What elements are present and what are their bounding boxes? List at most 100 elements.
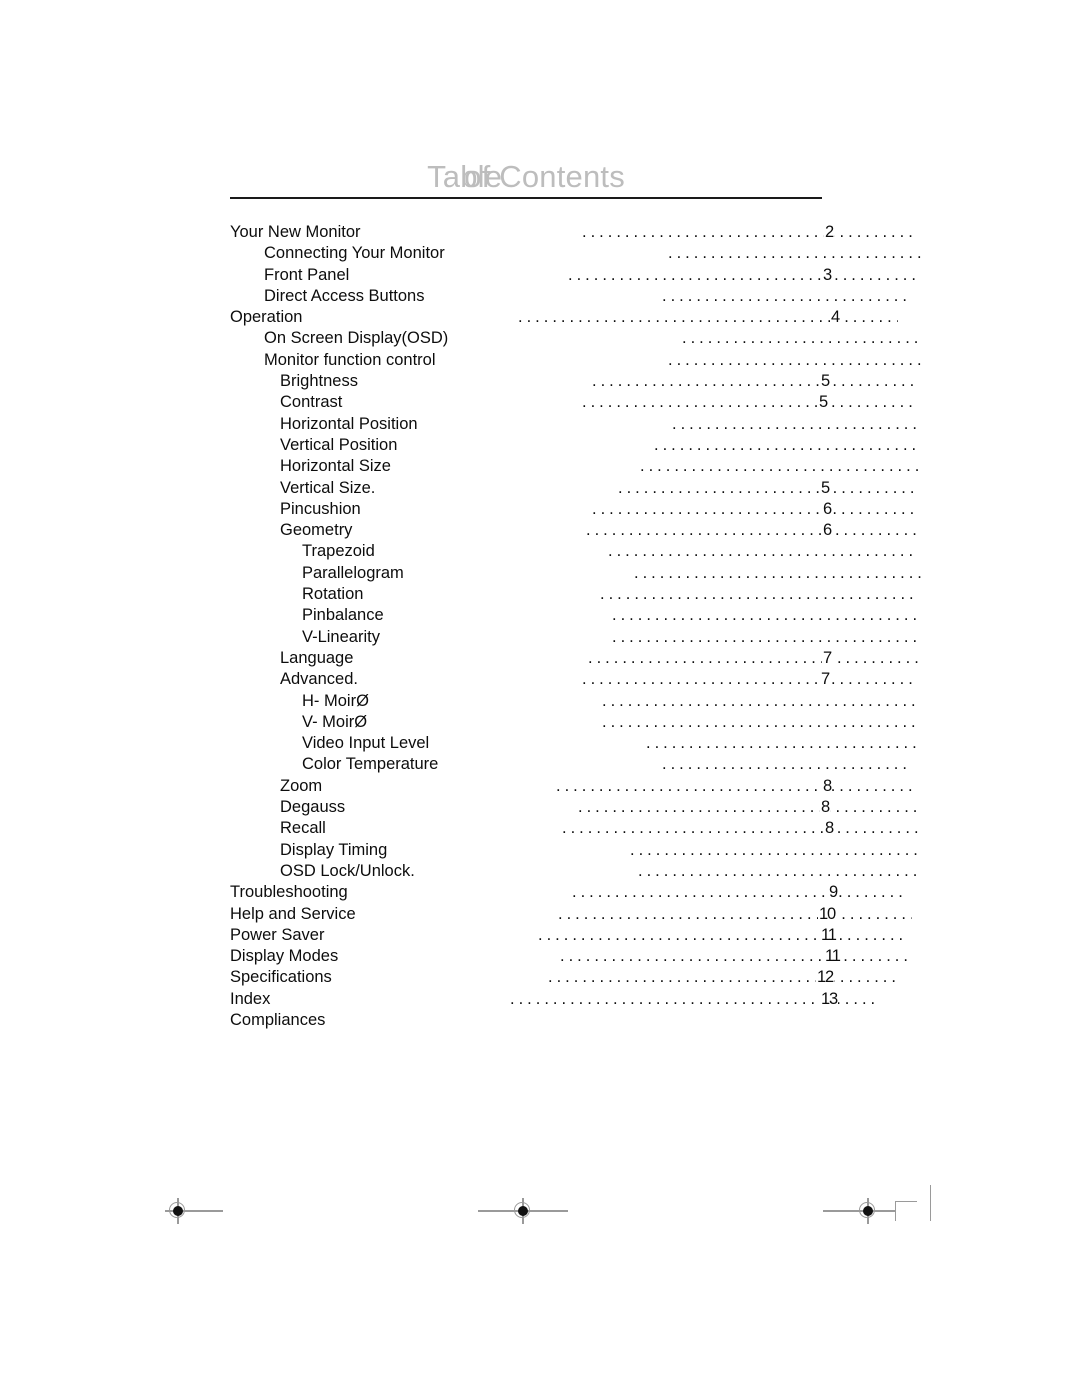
toc-page-number: 6 <box>822 498 832 521</box>
toc-page-number: 13 <box>820 988 838 1010</box>
toc-entry-label: Direct Access Buttons <box>264 286 425 305</box>
registration-mark-right <box>855 1198 881 1224</box>
toc-dot-leader: ........................................… <box>612 606 918 625</box>
toc-page-number: 7 <box>820 669 830 691</box>
toc-entry[interactable]: Contrast................................… <box>230 392 930 414</box>
toc-entry[interactable]: Your New Monitor........................… <box>230 222 930 244</box>
toc-dot-leader: ........................................… <box>568 265 918 284</box>
toc-page-number: 5 <box>820 371 830 393</box>
toc-entry[interactable]: Display Modes...........................… <box>230 946 930 968</box>
toc-entry-label: Front Panel <box>264 265 350 284</box>
toc-entry[interactable]: Front Panel.............................… <box>230 264 930 286</box>
toc-entry[interactable]: Pinbalance..............................… <box>230 605 930 626</box>
toc-page-number: 12 <box>816 967 834 989</box>
toc-page-number: 10 <box>818 903 836 925</box>
toc-dot-leader: ........................................… <box>582 670 918 689</box>
toc-entry-label: Rotation <box>302 585 364 604</box>
toc-entry[interactable]: Rotation................................… <box>230 584 930 605</box>
toc-page-number: 11 <box>824 946 841 968</box>
toc-dot-leader: ........................................… <box>558 904 912 923</box>
toc-entry[interactable]: Parallelogram...........................… <box>230 563 930 584</box>
toc-entry-label: Display Modes <box>230 947 339 966</box>
toc-entry[interactable]: Display Timing..........................… <box>230 840 930 861</box>
toc-dot-leader: ........................................… <box>588 648 918 667</box>
toc-entry-label: Operation <box>230 308 303 327</box>
toc-entry[interactable]: Language................................… <box>230 647 930 670</box>
toc-entry[interactable]: Troubleshooting.........................… <box>230 882 930 904</box>
toc-entry[interactable]: Power Saver.............................… <box>230 924 930 947</box>
toc-entry[interactable]: Direct Access Buttons...................… <box>230 286 930 307</box>
toc-entry[interactable]: Monitor function control................… <box>230 350 930 371</box>
toc-dot-leader: ........................................… <box>592 499 918 518</box>
toc-entry-label: V-Linearity <box>302 627 380 646</box>
table-of-contents: Your New Monitor........................… <box>230 222 930 1031</box>
toc-dot-leader: ....................................... <box>638 861 918 880</box>
registration-tick-left <box>191 1210 223 1212</box>
toc-entry-label: Pinbalance <box>302 606 384 625</box>
toc-entry[interactable]: On Screen Display(OSD)..................… <box>230 328 930 349</box>
toc-entry-label: Parallelogram <box>302 563 404 582</box>
toc-entry-label: Geometry <box>280 521 353 540</box>
toc-entry[interactable]: Degauss.................................… <box>230 797 930 819</box>
toc-entry-label: Zoom <box>280 776 323 795</box>
toc-page-number: 11 <box>820 924 837 947</box>
toc-entry[interactable]: V-Linearity.............................… <box>230 627 930 648</box>
page-title-word-b: of Contents <box>464 159 625 194</box>
toc-entry[interactable]: Help and Service........................… <box>230 903 930 925</box>
toc-page-number: 6 <box>822 520 832 542</box>
registration-dot <box>863 1206 873 1216</box>
toc-entry[interactable]: V- MoirØ................................… <box>230 712 930 733</box>
toc-entry[interactable]: OSD Lock/Unlock.........................… <box>230 861 930 882</box>
toc-entry-label: Advanced. <box>280 670 358 689</box>
toc-entry-label: Power Saver <box>230 925 325 944</box>
toc-dot-leader: ........................................… <box>618 478 918 497</box>
toc-entry[interactable]: Geometry................................… <box>230 520 930 542</box>
toc-entry[interactable]: Advanced................................… <box>230 669 930 691</box>
registration-tick-right <box>823 1210 855 1212</box>
toc-entry[interactable]: Specifications..........................… <box>230 967 930 989</box>
registration-tick-center-left <box>478 1210 510 1212</box>
title-divider <box>230 197 822 199</box>
toc-dot-leader: ........................................… <box>548 968 898 987</box>
toc-entry[interactable]: Color Temperature.......................… <box>230 754 930 775</box>
toc-entry[interactable]: Brightness..............................… <box>230 371 930 393</box>
toc-dot-leader: ...................................... <box>646 734 918 753</box>
crop-mark-horizontal <box>895 1201 917 1203</box>
toc-entry-label: Connecting Your Monitor <box>264 244 445 263</box>
toc-entry[interactable]: Recall..................................… <box>230 818 930 840</box>
toc-entry[interactable]: H- MoirØ................................… <box>230 691 930 712</box>
toc-entry[interactable]: Connecting Your Monitor.................… <box>230 243 930 264</box>
toc-page-number: 4 <box>830 307 840 329</box>
toc-entry[interactable]: Operation...............................… <box>230 307 930 329</box>
toc-page-number: 5 <box>820 477 830 499</box>
toc-dot-leader: ........................................ <box>630 840 918 859</box>
toc-dot-leader: ........................................… <box>538 925 902 944</box>
document-page: Tableof Contents Your New Monitor.......… <box>0 0 1080 1397</box>
toc-entry[interactable]: Horizontal Position.....................… <box>230 414 930 435</box>
registration-tick-center-right <box>536 1210 568 1212</box>
toc-entry-label: Index <box>230 989 271 1008</box>
toc-dot-leader: ................................. <box>682 329 918 348</box>
toc-dot-leader: ................................... <box>672 414 918 433</box>
toc-dot-leader: ........................................… <box>556 776 918 795</box>
toc-entry-label: Monitor function control <box>264 350 436 369</box>
toc-dot-leader: ........................................… <box>518 308 898 327</box>
toc-dot-leader: ........................................… <box>602 712 918 731</box>
toc-entry-label: H- MoirØ <box>302 691 369 710</box>
toc-entry[interactable]: Index...................................… <box>230 988 930 1010</box>
toc-page-number: 2 <box>824 222 834 244</box>
registration-dot <box>518 1206 528 1216</box>
toc-entry[interactable]: Horizontal Size.........................… <box>230 456 930 477</box>
toc-entry[interactable]: Zoom....................................… <box>230 775 930 798</box>
toc-entry[interactable]: Compliances <box>230 1010 930 1031</box>
toc-entry-label: Brightness <box>280 372 358 391</box>
toc-entry[interactable]: Pincushion..............................… <box>230 498 930 521</box>
toc-entry[interactable]: Vertical Position.......................… <box>230 435 930 456</box>
toc-entry[interactable]: Trapezoid...............................… <box>230 541 930 562</box>
toc-dot-leader: ........................................… <box>602 691 918 710</box>
toc-entry-label: Language <box>280 648 354 667</box>
toc-entry[interactable]: Video Input Level.......................… <box>230 733 930 754</box>
crop-mark-vertical-short <box>895 1201 897 1221</box>
crop-mark-vertical <box>929 1185 931 1221</box>
toc-entry[interactable]: Vertical Size...........................… <box>230 477 930 499</box>
